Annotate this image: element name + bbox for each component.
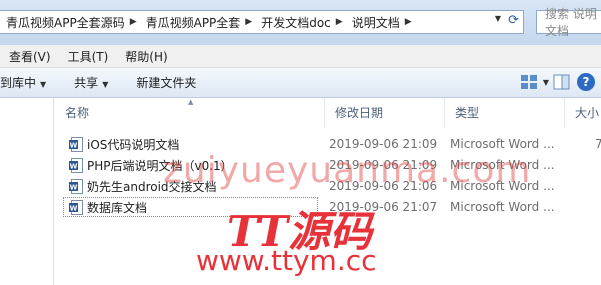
menu-view[interactable]: 查看(V)	[0, 48, 59, 65]
menu-tools[interactable]: 工具(T)	[59, 48, 117, 65]
word-document-icon: W	[69, 178, 83, 194]
help-icon[interactable]: ?	[577, 73, 595, 91]
include-in-library-label: 到库中	[0, 76, 37, 90]
address-dropdown-icon[interactable]: ▼	[495, 14, 501, 23]
svg-text:W: W	[70, 162, 78, 170]
breadcrumb-app[interactable]: 青瓜视频APP全套	[140, 14, 243, 31]
include-in-library-button[interactable]: 到库中 ▼	[0, 74, 60, 91]
new-folder-button[interactable]: 新建文件夹	[122, 74, 210, 91]
command-toolbar: 到库中 ▼ 共享 ▼ 新建文件夹 ▼ ?	[0, 68, 601, 98]
search-placeholder: 搜索 说明文档	[545, 7, 597, 38]
chevron-down-icon: ▼	[40, 80, 47, 89]
file-date: 2019-09-06 21:09	[329, 137, 438, 151]
breadcrumb-current[interactable]: 说明文档	[346, 14, 402, 31]
address-bar[interactable]: 青瓜视频APP全套源码 ▶ 青瓜视频APP全套 ▶ 开发文档doc ▶ 说明文档…	[0, 10, 524, 34]
column-header: ▲ 名称 修改日期 类型 大小	[55, 98, 601, 128]
breadcrumb-separator-icon[interactable]: ▶	[402, 17, 415, 27]
chevron-down-icon: ▼	[102, 80, 109, 89]
share-button[interactable]: 共享 ▼	[60, 74, 122, 91]
watermark-text: zuiyueyuanma.com	[163, 150, 532, 191]
word-document-icon: W	[69, 136, 83, 152]
file-type: Microsoft Word ...	[450, 137, 555, 151]
address-bar-area: 青瓜视频APP全套源码 ▶ 青瓜视频APP全套 ▶ 开发文档doc ▶ 说明文档…	[0, 0, 601, 45]
word-document-icon: W	[69, 157, 83, 173]
breadcrumb-separator-icon[interactable]: ▶	[127, 17, 140, 27]
breadcrumb-root[interactable]: 青瓜视频APP全套源码	[0, 14, 127, 31]
svg-text:W: W	[70, 204, 78, 212]
search-input[interactable]: 搜索 说明文档	[536, 7, 601, 38]
watermark-url: www.ttym.cc	[196, 244, 377, 277]
menu-bar: 查看(V) 工具(T) 帮助(H)	[0, 45, 601, 68]
share-label: 共享	[74, 76, 99, 90]
breadcrumb-docs[interactable]: 开发文档doc	[255, 14, 333, 31]
breadcrumb-separator-icon[interactable]: ▶	[333, 17, 346, 27]
view-dropdown-icon[interactable]: ▼	[543, 78, 549, 87]
file-size: 7	[595, 137, 601, 151]
menu-help[interactable]: 帮助(H)	[116, 48, 175, 65]
column-date-modified[interactable]: 修改日期	[325, 98, 445, 128]
view-options-icon[interactable]	[519, 72, 541, 92]
file-name: 数据库文档	[87, 200, 148, 215]
file-type: Microsoft Word ...	[450, 200, 555, 214]
column-size[interactable]: 大小	[565, 98, 601, 128]
preview-pane-icon[interactable]	[551, 72, 573, 92]
column-type[interactable]: 类型	[445, 98, 565, 128]
svg-text:W: W	[70, 141, 78, 149]
svg-text:W: W	[70, 183, 78, 191]
word-document-icon: W	[69, 199, 83, 215]
column-name[interactable]: 名称	[55, 98, 325, 128]
navigation-pane[interactable]	[0, 98, 54, 285]
breadcrumb-separator-icon[interactable]: ▶	[242, 17, 255, 27]
refresh-icon[interactable]: ⟳	[508, 13, 519, 28]
